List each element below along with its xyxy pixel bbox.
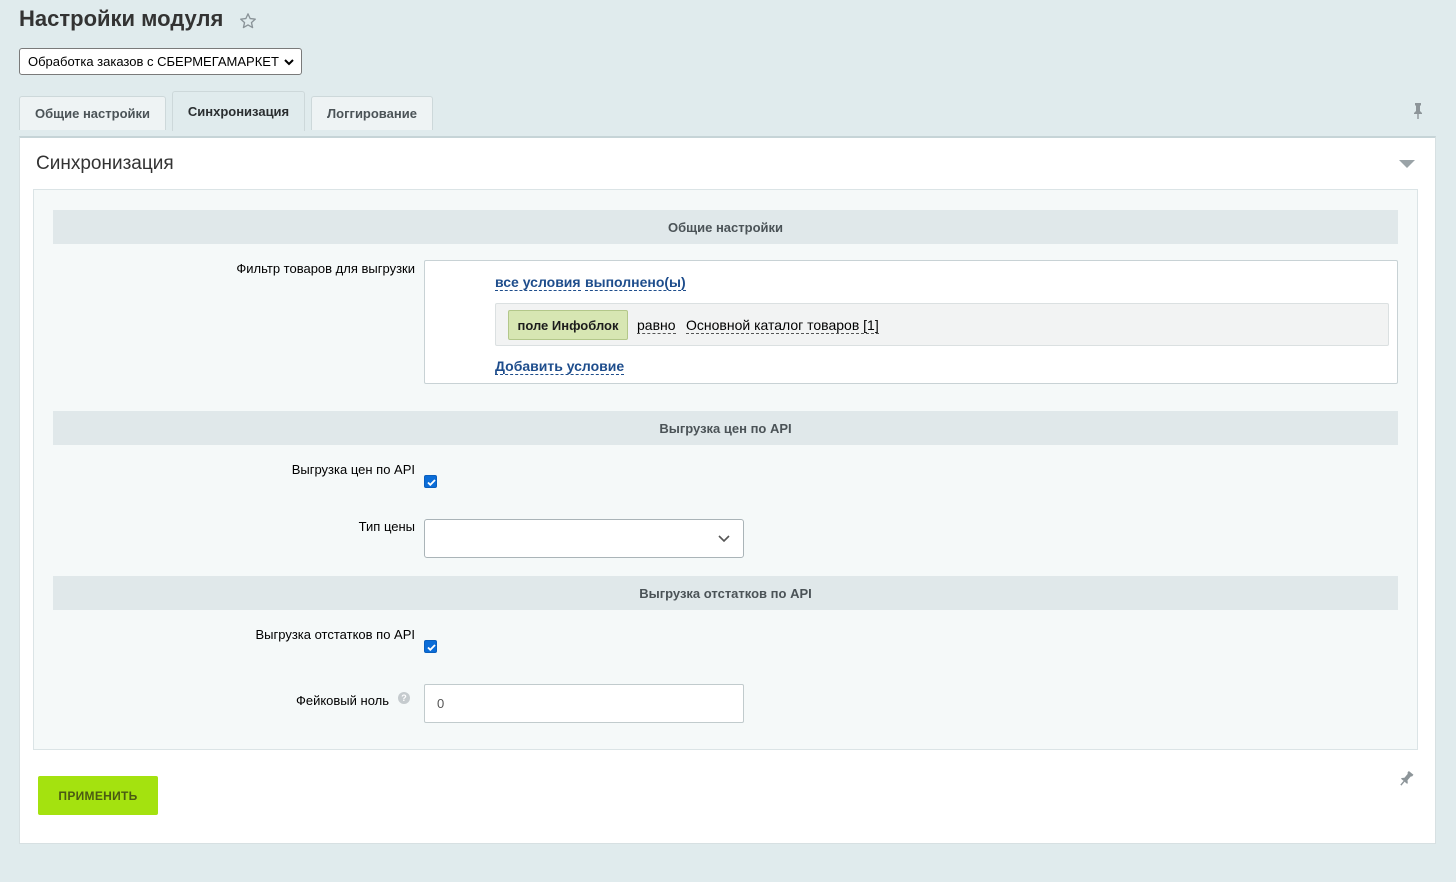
filter-box: все условия выполнено(ы) поле Инфоблок р… <box>424 260 1398 384</box>
chevron-down-icon <box>718 535 730 543</box>
price-type-select[interactable] <box>424 519 744 558</box>
tab-synchronization[interactable]: Синхронизация <box>172 91 305 131</box>
prices-checkbox[interactable] <box>424 475 437 488</box>
section-title: Синхронизация <box>36 153 174 174</box>
section-body: Общие настройки Фильтр товаров для выгру… <box>33 189 1418 750</box>
condition-value[interactable]: Основной каталог товаров [1] <box>686 317 879 334</box>
filter-label: Фильтр товаров для выгрузки <box>236 261 415 276</box>
prices-checkbox-label: Выгрузка цен по API <box>291 462 415 477</box>
condition-row: поле Инфоблок равно Основной каталог тов… <box>495 303 1389 346</box>
group-header-stocks: Выгрузка отстатков по API <box>53 576 1398 610</box>
settings-panel: Синхронизация Общие настройки Фильтр тов… <box>19 136 1436 844</box>
group-header-general: Общие настройки <box>53 210 1398 244</box>
condition-operator[interactable]: равно <box>637 317 676 334</box>
stocks-checkbox-label: Выгрузка отстатков по API <box>255 627 416 642</box>
page-title: Настройки модуля <box>19 6 257 32</box>
condition-field-chip[interactable]: поле Инфоблок <box>508 310 628 340</box>
all-conditions-link[interactable]: все условия <box>495 274 581 291</box>
pin-icon[interactable] <box>1410 102 1426 120</box>
apply-button[interactable]: ПРИМЕНИТЬ <box>38 776 158 815</box>
module-select[interactable]: Обработка заказов с СБЕРМЕГАМАРКЕТ <box>19 48 302 75</box>
star-icon[interactable] <box>239 10 257 29</box>
group-header-prices: Выгрузка цен по API <box>53 411 1398 445</box>
fake-zero-input[interactable]: 0 <box>424 684 744 723</box>
module-select-value: Обработка заказов с СБЕРМЕГАМАРКЕТ <box>28 54 279 69</box>
fulfilled-link[interactable]: выполнено(ы) <box>585 274 686 291</box>
chevron-down-icon <box>284 59 294 66</box>
help-icon[interactable]: ? <box>398 692 410 704</box>
add-condition-link[interactable]: Добавить условие <box>495 358 625 375</box>
stocks-checkbox[interactable] <box>424 640 437 653</box>
collapse-icon[interactable] <box>1398 158 1416 170</box>
tab-general-settings[interactable]: Общие настройки <box>19 96 166 130</box>
tab-logging[interactable]: Логгирование <box>311 96 433 130</box>
pin-icon[interactable] <box>1398 770 1414 788</box>
page-title-text: Настройки модуля <box>19 6 224 31</box>
fake-zero-label: Фейковый ноль <box>295 693 389 708</box>
price-type-label: Тип цены <box>358 519 415 534</box>
